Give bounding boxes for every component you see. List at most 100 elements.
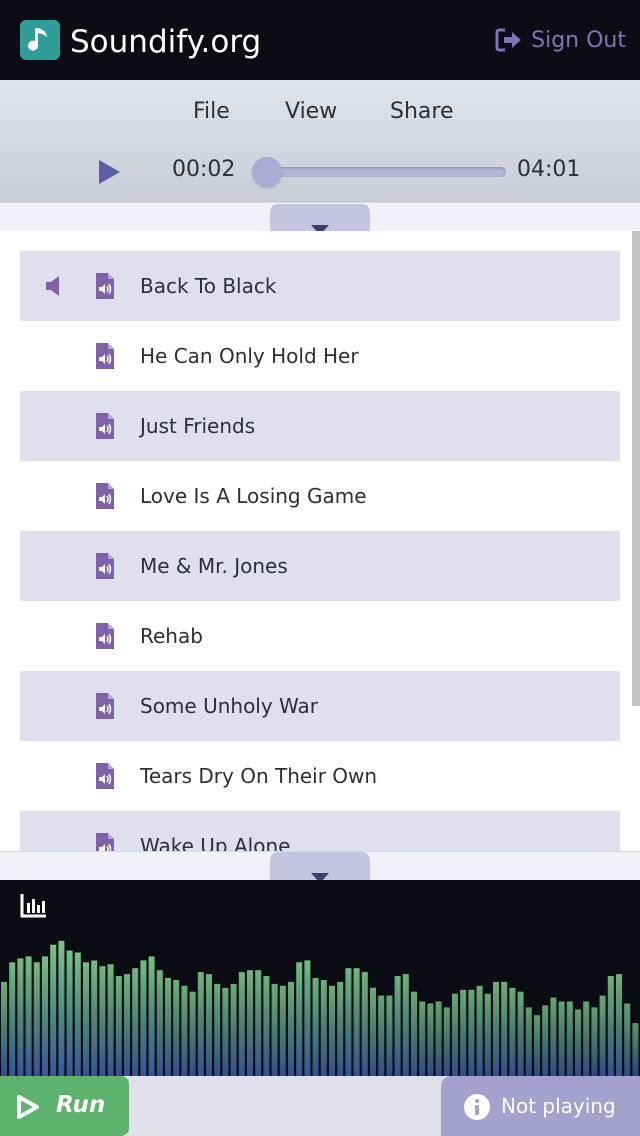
track-name: Me & Mr. Jones	[140, 554, 288, 578]
visualizer-bar	[370, 987, 376, 1076]
menu-share[interactable]: Share	[390, 96, 454, 128]
track-name: Just Friends	[140, 414, 256, 438]
audio-file-icon	[96, 483, 114, 509]
bar-chart-icon[interactable]	[20, 892, 48, 918]
playlist-row[interactable]: Just Friends	[20, 391, 620, 461]
visualizer-bar	[534, 1015, 540, 1076]
visualizer-bar	[361, 972, 368, 1076]
audio-file-icon	[96, 623, 114, 649]
playlist-row[interactable]: Rehab	[20, 601, 620, 671]
visualizer-bar	[411, 991, 417, 1076]
playlist-row[interactable]: Back To Black	[20, 251, 620, 321]
visualizer-bar	[132, 968, 139, 1076]
playlist-row[interactable]: He Can Only Hold Her	[20, 321, 620, 391]
visualizer-bar	[140, 960, 147, 1076]
visualizer-bar	[378, 995, 385, 1076]
track-name: Tears Dry On Their Own	[140, 764, 378, 788]
visualizer-bar	[238, 972, 245, 1076]
visualizer-bar	[591, 1007, 598, 1076]
visualizer-bar	[599, 995, 606, 1076]
playlist-row[interactable]: Love Is A Losing Game	[20, 461, 620, 531]
playlist: Back To Black He Can Only Hold Her Just Fr…	[0, 231, 640, 851]
visualizer-bar	[493, 981, 499, 1076]
seek-thumb[interactable]	[252, 157, 282, 187]
visualizer-bar	[66, 950, 73, 1076]
visualizer-bar	[632, 1023, 639, 1076]
visualizer-bar	[91, 960, 98, 1076]
visualizer-bar	[452, 993, 458, 1076]
visualizer-bar	[173, 980, 180, 1076]
visualizer-bar	[435, 1001, 442, 1076]
visualizer-bar	[484, 993, 491, 1076]
visualizer-bar	[304, 960, 311, 1076]
visualizer-bar	[525, 1007, 532, 1076]
visualizer-bar	[550, 997, 557, 1076]
sign-out-button[interactable]: Sign Out	[495, 24, 626, 56]
playlist-row[interactable]: Some Unholy War	[20, 671, 620, 741]
info-icon	[464, 1094, 490, 1120]
run-button[interactable]: Run	[0, 1076, 129, 1136]
visualizer-bar	[124, 974, 130, 1076]
duration: 04:01	[517, 157, 581, 182]
visualizer-bar	[329, 985, 335, 1076]
status-label: Not playing	[501, 1094, 616, 1118]
visualizer-bar	[50, 944, 57, 1076]
audio-file-icon	[96, 693, 114, 719]
visualizer-bar	[189, 991, 196, 1076]
menu-view[interactable]: View	[285, 96, 337, 128]
visualizer-bar	[222, 987, 229, 1076]
music-note-icon	[28, 28, 47, 51]
visualizer-bar	[288, 981, 294, 1076]
playlist-row[interactable]: Wake Up Alone	[20, 811, 620, 851]
visualizer-bar	[255, 970, 262, 1076]
visualizer-bar	[616, 974, 622, 1076]
visualizer-bar	[583, 1001, 590, 1076]
visualizer-bar	[58, 940, 65, 1076]
play-icon[interactable]	[96, 158, 122, 186]
visualizer-bar	[74, 952, 81, 1076]
visualizer-bar	[607, 976, 614, 1076]
visualizer-bar	[312, 978, 319, 1076]
visualizer-bar	[263, 976, 270, 1076]
playlist-row[interactable]: Me & Mr. Jones	[20, 531, 620, 601]
audio-file-icon	[96, 763, 114, 789]
seek-bar[interactable]	[256, 167, 506, 177]
menu-file[interactable]: File	[193, 96, 230, 128]
audio-file-icon	[96, 413, 114, 439]
top-bar: Soundify.org Sign Out	[0, 0, 640, 80]
visualizer-bar	[165, 978, 171, 1076]
visualizer-bar	[115, 976, 122, 1076]
track-name: Rehab	[140, 624, 203, 648]
play-icon	[17, 1095, 39, 1119]
visualizer-bar	[402, 974, 409, 1076]
visualizer-bar	[337, 981, 344, 1076]
visualizer-bar	[443, 1007, 450, 1076]
sign-out-icon	[495, 28, 522, 52]
audio-visualizer	[0, 880, 640, 1076]
visualizer-bar	[353, 968, 360, 1076]
audio-file-icon	[96, 833, 114, 851]
visualizer-bars	[1, 940, 639, 1076]
visualizer-bar	[279, 985, 286, 1076]
visualizer-bar	[197, 972, 204, 1076]
track-name: Some Unholy War	[140, 694, 319, 718]
visualizer-bar	[83, 962, 89, 1076]
visualizer-bar	[394, 976, 401, 1076]
playlist-scrollbar[interactable]	[632, 231, 640, 706]
track-name: Love Is A Losing Game	[140, 484, 367, 508]
playlist-row[interactable]: Tears Dry On Their Own	[20, 741, 620, 811]
visualizer-bar	[148, 956, 155, 1076]
visualizer-bar	[517, 991, 524, 1076]
visualizer-bar	[468, 989, 475, 1076]
visualizer-bar	[1, 981, 7, 1076]
visualizer-bar	[206, 974, 212, 1076]
visualizer-bar	[9, 962, 16, 1076]
visualizer-bar	[575, 1009, 581, 1076]
visualizer-bar	[558, 1001, 565, 1076]
visualizer-bar	[320, 980, 327, 1076]
visualizer-bar	[181, 985, 188, 1076]
visualizer-bar	[156, 970, 163, 1076]
run-label: Run	[56, 1092, 106, 1118]
visualizer-bar	[345, 968, 352, 1076]
track-name: Back To Black	[140, 274, 277, 298]
